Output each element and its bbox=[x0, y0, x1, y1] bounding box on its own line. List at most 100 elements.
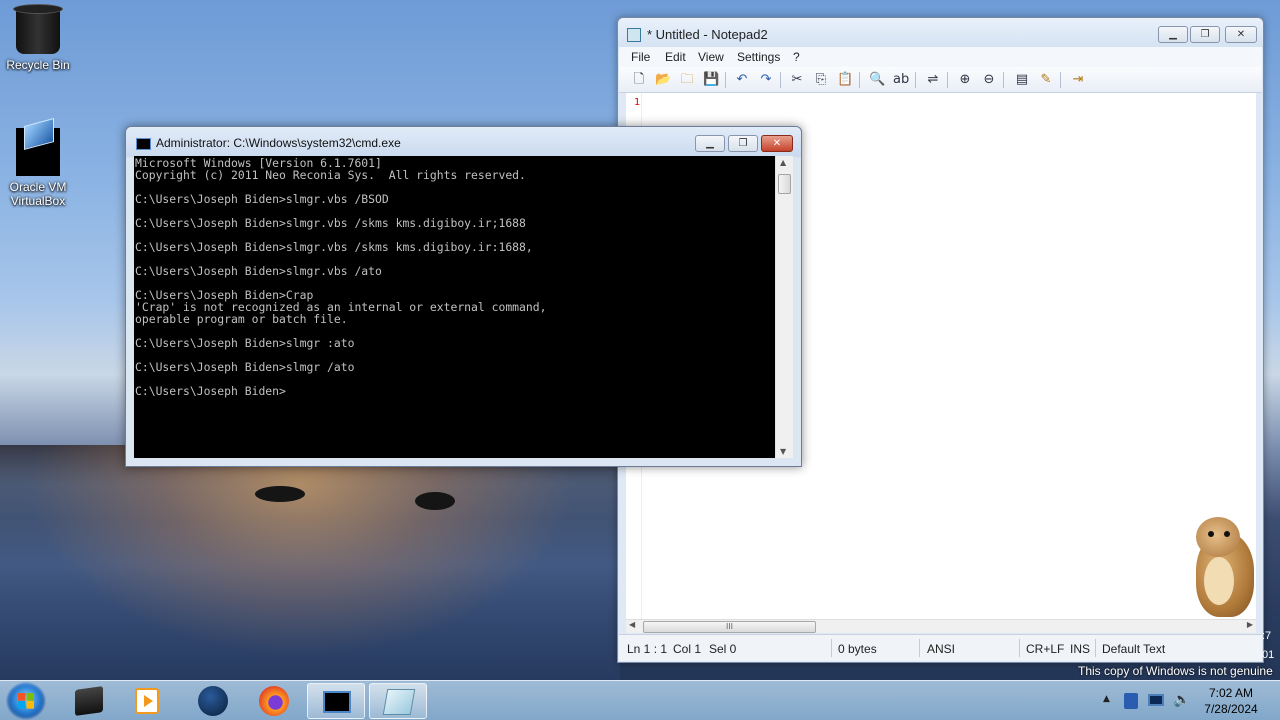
show-hidden-icons-arrow[interactable]: ▲ bbox=[1103, 694, 1110, 704]
action-center-icon[interactable] bbox=[1124, 693, 1138, 709]
close-button[interactable]: ✕ bbox=[1225, 26, 1257, 43]
zoom-in-icon[interactable]: ⊕ bbox=[957, 72, 973, 88]
close-button[interactable]: ✕ bbox=[761, 135, 793, 152]
taskbar-app-globe[interactable] bbox=[184, 683, 242, 719]
hamster-mascot bbox=[1180, 517, 1262, 619]
redo-icon[interactable]: ↷ bbox=[758, 72, 774, 88]
start-button[interactable] bbox=[6, 682, 46, 720]
firefox-icon bbox=[259, 686, 289, 716]
paste-icon[interactable]: 📋 bbox=[837, 72, 853, 88]
status-separator bbox=[831, 639, 832, 657]
zoom-out-icon[interactable]: ⊖ bbox=[981, 72, 997, 88]
word-wrap-icon[interactable]: ⇌ bbox=[925, 72, 941, 88]
notepad-title: * Untitled - Notepad2 bbox=[647, 27, 768, 42]
notepad-toolbar: 🗋 📂 🗀 💾 ↶ ↷ ✂ ⎘ 📋 🔍 ab ⇌ ⊕ ⊖ ▤ ✎ ⇥ bbox=[619, 67, 1262, 93]
undo-icon[interactable]: ↶ bbox=[734, 72, 750, 88]
volume-icon[interactable]: 🔈 bbox=[1173, 692, 1190, 708]
notepad-titlebar[interactable]: * Untitled - Notepad2 ▁ ❐ ✕ bbox=[618, 18, 1263, 50]
console-line: C:\Users\Joseph Biden>slmgr :ato bbox=[135, 336, 355, 350]
clock[interactable]: 7:02 AM 7/28/2024 bbox=[1196, 685, 1266, 717]
taskbar-app-notepad2[interactable] bbox=[369, 683, 427, 719]
status-column: Col 1 bbox=[673, 642, 702, 656]
status-size: 0 bytes bbox=[838, 642, 877, 656]
menu-edit[interactable]: Edit bbox=[665, 50, 686, 64]
exit-icon[interactable]: ⇥ bbox=[1070, 72, 1086, 88]
toolbar-separator bbox=[1003, 72, 1004, 88]
notepad-menubar: File Edit View Settings ? bbox=[619, 47, 1262, 67]
virtualbox-icon bbox=[16, 128, 60, 176]
clock-time: 7:02 AM bbox=[1208, 686, 1254, 700]
taskbar-app-cmd[interactable] bbox=[307, 683, 365, 719]
console-line: operable program or batch file. bbox=[135, 312, 348, 326]
scrollbar-thumb[interactable]: III bbox=[643, 621, 816, 633]
new-file-icon[interactable]: 🗋 bbox=[631, 72, 647, 88]
replace-icon[interactable]: ab bbox=[893, 72, 909, 88]
console-output[interactable]: Microsoft Windows [Version 6.1.7601] Copy… bbox=[134, 156, 775, 458]
maximize-button[interactable]: ❐ bbox=[1190, 26, 1220, 43]
offscreen-text-fragment: 01 bbox=[1262, 649, 1275, 661]
status-mode: INS bbox=[1070, 642, 1091, 656]
status-scheme[interactable]: Default Text bbox=[1102, 642, 1165, 656]
hamster-eye bbox=[1224, 531, 1230, 537]
find-icon[interactable]: 🔍 bbox=[869, 72, 885, 88]
taskbar-app-explorer[interactable] bbox=[60, 683, 118, 719]
menu-settings[interactable]: Settings bbox=[737, 50, 780, 64]
line-number: 1 bbox=[634, 97, 641, 108]
wallpaper-rock bbox=[255, 486, 305, 502]
cmd-title: Administrator: C:\Windows\system32\cmd.e… bbox=[156, 136, 401, 150]
notepad-statusbar: Ln 1 : 1 Col 1 Sel 0 0 bytes ANSI CR+LF … bbox=[619, 634, 1262, 661]
minimize-button[interactable]: ▁ bbox=[1158, 26, 1188, 43]
scroll-right-icon[interactable]: ▶ bbox=[1247, 620, 1253, 629]
taskbar-app-firefox[interactable] bbox=[245, 683, 303, 719]
toolbar-separator bbox=[725, 72, 726, 88]
scroll-left-icon[interactable]: ◀ bbox=[629, 620, 635, 629]
scrollbar-thumb[interactable] bbox=[778, 174, 791, 194]
cmd-window[interactable]: Administrator: C:\Windows\system32\cmd.e… bbox=[125, 126, 802, 467]
console-line: C:\Users\Joseph Biden>slmgr /ato bbox=[135, 360, 355, 374]
desktop-icon-virtualbox[interactable]: Oracle VM VirtualBox bbox=[0, 128, 76, 208]
scroll-down-icon[interactable]: ▼ bbox=[780, 447, 786, 456]
wallpaper-rock bbox=[415, 492, 455, 510]
status-eol[interactable]: CR+LF bbox=[1026, 642, 1064, 656]
console-line: C:\Users\Joseph Biden>slmgr.vbs /skms km… bbox=[135, 240, 533, 254]
status-selection: Sel 0 bbox=[709, 642, 737, 656]
menu-help[interactable]: ? bbox=[793, 50, 800, 64]
network-icon[interactable] bbox=[1148, 694, 1164, 706]
customize-scheme-icon[interactable]: ✎ bbox=[1038, 72, 1054, 88]
open-folder-icon[interactable]: 📂 bbox=[655, 72, 671, 88]
copy-icon[interactable]: ⎘ bbox=[813, 72, 829, 88]
scheme-icon[interactable]: ▤ bbox=[1014, 72, 1030, 88]
taskbar-app-media-player[interactable] bbox=[118, 683, 176, 719]
desktop-icon-recycle-bin[interactable]: Recycle Bin bbox=[0, 4, 76, 72]
scroll-up-icon[interactable]: ▲ bbox=[780, 158, 786, 167]
menu-view[interactable]: View bbox=[698, 50, 724, 64]
toolbar-separator bbox=[1060, 72, 1061, 88]
clock-date: 7/28/2024 bbox=[1204, 702, 1258, 716]
console-line: C:\Users\Joseph Biden> bbox=[135, 384, 286, 398]
wallpaper-sea bbox=[0, 445, 620, 685]
console-line: Copyright (c) 2011 Neo Reconia Sys. All … bbox=[135, 168, 526, 182]
minimize-button[interactable]: ▁ bbox=[695, 135, 725, 152]
notepad-app-icon bbox=[627, 28, 641, 42]
scroll-grip: III bbox=[725, 622, 734, 631]
desktop-icon-label: Recycle Bin bbox=[6, 58, 70, 72]
maximize-button[interactable]: ❐ bbox=[728, 135, 758, 152]
file-explorer-icon bbox=[75, 686, 103, 716]
status-encoding[interactable]: ANSI bbox=[927, 642, 955, 656]
console-line: C:\Users\Joseph Biden>slmgr.vbs /ato bbox=[135, 264, 382, 278]
hamster-eye bbox=[1208, 531, 1214, 537]
notepad-icon bbox=[382, 689, 416, 715]
toolbar-separator bbox=[915, 72, 916, 88]
status-separator bbox=[1019, 639, 1020, 657]
browse-icon[interactable]: 🗀 bbox=[679, 72, 695, 88]
system-tray: ▲ 🔈 bbox=[1100, 681, 1196, 720]
cmd-titlebar[interactable]: Administrator: C:\Windows\system32\cmd.e… bbox=[126, 127, 801, 157]
vertical-scrollbar[interactable]: ▲ ▼ bbox=[776, 156, 793, 458]
save-icon[interactable]: 💾 bbox=[703, 72, 719, 88]
horizontal-scrollbar[interactable]: ◀ III ▶ bbox=[626, 619, 1256, 633]
desktop-icon-label: Oracle VM VirtualBox bbox=[9, 180, 67, 208]
offscreen-text-fragment: :7 bbox=[1262, 630, 1272, 642]
cut-icon[interactable]: ✂ bbox=[789, 72, 805, 88]
cmd-app-icon bbox=[136, 138, 151, 150]
menu-file[interactable]: File bbox=[631, 50, 650, 64]
